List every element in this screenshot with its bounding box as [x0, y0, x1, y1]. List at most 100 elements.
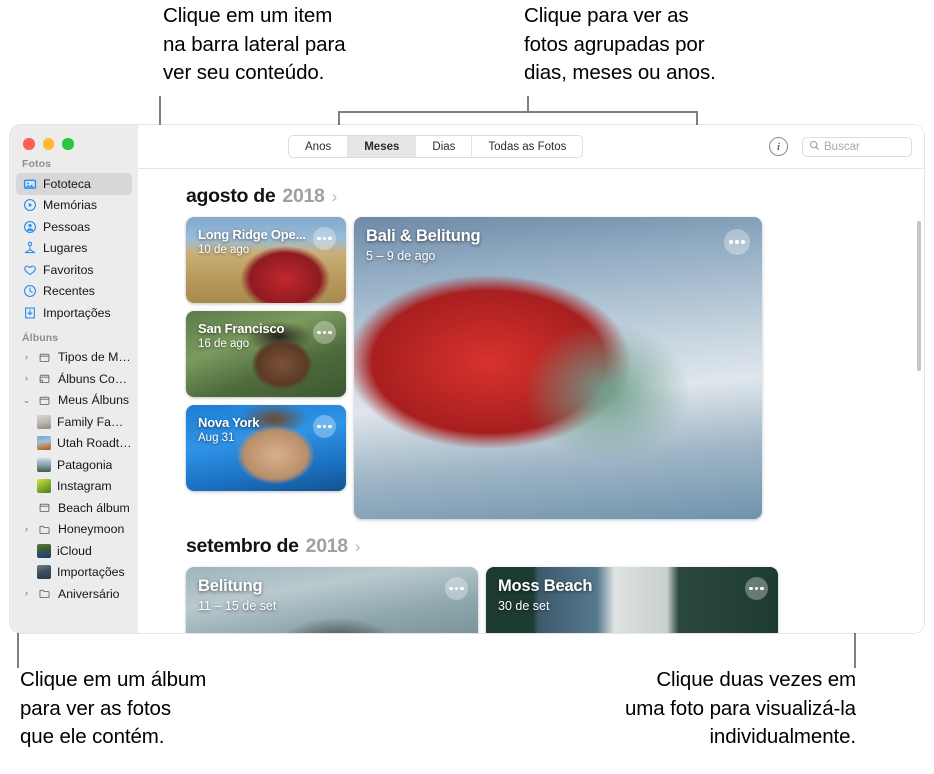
sidebar-item-honeymoon[interactable]: › Honeymoon	[16, 519, 132, 541]
chevron-right-icon[interactable]: ›	[22, 352, 31, 362]
close-button[interactable]	[23, 138, 35, 150]
more-options-button[interactable]	[313, 415, 336, 438]
sidebar-item-label: Tipos de Mídia	[58, 350, 132, 365]
album-empty-icon	[37, 500, 52, 515]
maximize-button[interactable]	[62, 138, 74, 150]
sidebar-item-family-family[interactable]: Family Family...	[16, 411, 132, 433]
photo-card-nova-york[interactable]: Nova York Aug 31	[186, 405, 346, 491]
year-label: 2018	[305, 535, 348, 557]
sidebar-item-pessoas[interactable]: Pessoas	[16, 216, 132, 238]
more-options-button[interactable]	[313, 227, 336, 250]
sidebar-section-header-albuns: Álbuns	[22, 331, 59, 344]
photo-row-setembro: Belitung 11 – 15 de set Moss Beach 30 de…	[138, 567, 924, 633]
photo-row-agosto: Long Ridge Ope... 10 de ago San Francisc…	[138, 217, 924, 519]
tab-todas-as-fotos[interactable]: Todas as Fotos	[472, 136, 582, 157]
screenshot-root: Clique em um item na barra lateral para …	[0, 0, 934, 774]
sidebar-item-importacoes-album[interactable]: Importações	[16, 562, 132, 584]
photo-card-san-francisco[interactable]: San Francisco 16 de ago	[186, 311, 346, 397]
photo-card-label: Bali & Belitung 5 – 9 de ago	[366, 227, 481, 263]
sidebar-item-albuns-compartilhados[interactable]: › Álbuns Comparti...	[16, 368, 132, 390]
photo-card-subtitle: Aug 31	[198, 432, 235, 444]
month-header-agosto[interactable]: agosto de 2018 ›	[138, 169, 924, 217]
photo-card-belitung[interactable]: Belitung 11 – 15 de set	[186, 567, 478, 633]
sidebar-item-memorias[interactable]: Memórias	[16, 195, 132, 217]
people-icon	[22, 219, 37, 234]
callout-sidebar-text: Clique em um item na barra lateral para …	[163, 4, 346, 84]
photo-card-moss-beach[interactable]: Moss Beach 30 de set	[486, 567, 778, 633]
sidebar-item-label: Favoritos	[43, 262, 94, 277]
sidebar-section-header-fotos: Fotos	[22, 158, 52, 170]
vertical-scrollbar[interactable]	[917, 221, 921, 371]
more-options-button[interactable]	[445, 577, 468, 600]
photo-card-bali-belitung[interactable]: Bali & Belitung 5 – 9 de ago	[354, 217, 762, 519]
tab-meses[interactable]: Meses	[348, 136, 417, 157]
info-icon[interactable]: i	[769, 137, 788, 156]
sidebar-item-patagonia[interactable]: Patagonia	[16, 454, 132, 476]
chevron-right-icon[interactable]: ›	[22, 524, 31, 534]
search-input[interactable]: Buscar	[802, 136, 912, 157]
photos-app-window: Fotos Fototeca Memórias Pessoas Lugares …	[10, 125, 924, 633]
photo-card-label: Nova York Aug 31	[198, 415, 260, 444]
sidebar-item-label: Patagonia	[57, 457, 113, 472]
photo-card-title: Belitung	[198, 577, 263, 595]
photo-card-label: Long Ridge Ope... 10 de ago	[198, 227, 306, 256]
leader-line-viewmode-tip-left	[338, 111, 340, 125]
photo-card-title: Moss Beach	[498, 577, 593, 595]
sidebar-item-lugares[interactable]: Lugares	[16, 238, 132, 260]
photo-card-label: Belitung 11 – 15 de set	[198, 577, 276, 613]
year-label: 2018	[282, 185, 325, 207]
chevron-right-icon[interactable]: ›	[22, 374, 31, 383]
minimize-button[interactable]	[42, 138, 54, 150]
view-mode-segmented-control[interactable]: Anos Meses Dias Todas as Fotos	[288, 135, 584, 158]
album-thumb-instagram-icon	[37, 479, 51, 494]
more-options-button[interactable]	[724, 229, 750, 255]
chevron-down-icon[interactable]: ⌄	[22, 395, 31, 405]
sidebar-item-label: Importações	[43, 305, 111, 320]
sidebar-item-beach-album[interactable]: Beach álbum	[16, 497, 132, 519]
more-options-button[interactable]	[313, 321, 336, 344]
tab-dias[interactable]: Dias	[416, 136, 473, 157]
photo-card-long-ridge[interactable]: Long Ridge Ope... 10 de ago	[186, 217, 346, 303]
sidebar-item-tipos-de-midia[interactable]: › Tipos de Mídia	[16, 347, 132, 369]
month-header-setembro[interactable]: setembro de 2018 ›	[138, 519, 924, 567]
places-pin-icon	[22, 241, 37, 256]
chevron-right-icon[interactable]: ›	[355, 537, 361, 557]
window-controls[interactable]	[10, 125, 138, 150]
photo-grid-scroll-area[interactable]: agosto de 2018 › Long Ridge Ope... 10 de…	[138, 169, 924, 633]
folder-icon	[37, 350, 52, 365]
sidebar-item-label: iCloud	[57, 543, 92, 558]
chevron-right-icon[interactable]: ›	[22, 589, 31, 598]
tab-anos[interactable]: Anos	[289, 136, 349, 157]
photo-card-title: Long Ridge Ope...	[198, 227, 306, 242]
album-thumb-icloud-icon	[37, 543, 51, 558]
sidebar-item-utah-roadtrip[interactable]: Utah Roadtrip	[16, 433, 132, 455]
folder-open-icon	[37, 586, 52, 601]
sidebar-item-label: Álbuns Comparti...	[58, 371, 132, 386]
photo-card-subtitle: 16 de ago	[198, 338, 250, 350]
sidebar-item-fototeca[interactable]: Fototeca	[16, 173, 132, 195]
sidebar-item-favoritos[interactable]: Favoritos	[16, 259, 132, 281]
photo-card-subtitle: 30 de set	[498, 599, 550, 613]
sidebar-item-meus-albuns[interactable]: ⌄ Meus Álbuns	[16, 390, 132, 412]
sidebar-item-recentes[interactable]: Recentes	[16, 281, 132, 303]
sidebar-item-label: Lugares	[43, 241, 88, 256]
import-arrow-icon	[22, 305, 37, 320]
shared-album-icon	[37, 371, 52, 386]
sidebar-item-label: Family Family...	[57, 414, 132, 429]
search-placeholder: Buscar	[824, 140, 860, 153]
sidebar-item-icloud[interactable]: iCloud	[16, 540, 132, 562]
search-icon	[809, 138, 820, 156]
sidebar-item-label: Pessoas	[43, 219, 91, 234]
sidebar-item-label: Honeymoon	[58, 522, 125, 537]
month-label: setembro de	[186, 535, 299, 557]
sidebar-item-instagram[interactable]: Instagram	[16, 476, 132, 498]
sidebar-item-importacoes[interactable]: Importações	[16, 302, 132, 324]
photo-card-subtitle: 5 – 9 de ago	[366, 249, 436, 263]
more-options-button[interactable]	[745, 577, 768, 600]
sidebar-item-aniversario[interactable]: › Aniversário	[16, 583, 132, 605]
chevron-right-icon[interactable]: ›	[332, 187, 338, 207]
leader-line-viewmode-tip-right	[696, 111, 698, 125]
album-thumb-import-icon	[37, 565, 51, 580]
photo-library-icon	[22, 176, 37, 191]
sidebar: Fotos Fototeca Memórias Pessoas Lugares …	[10, 125, 138, 633]
